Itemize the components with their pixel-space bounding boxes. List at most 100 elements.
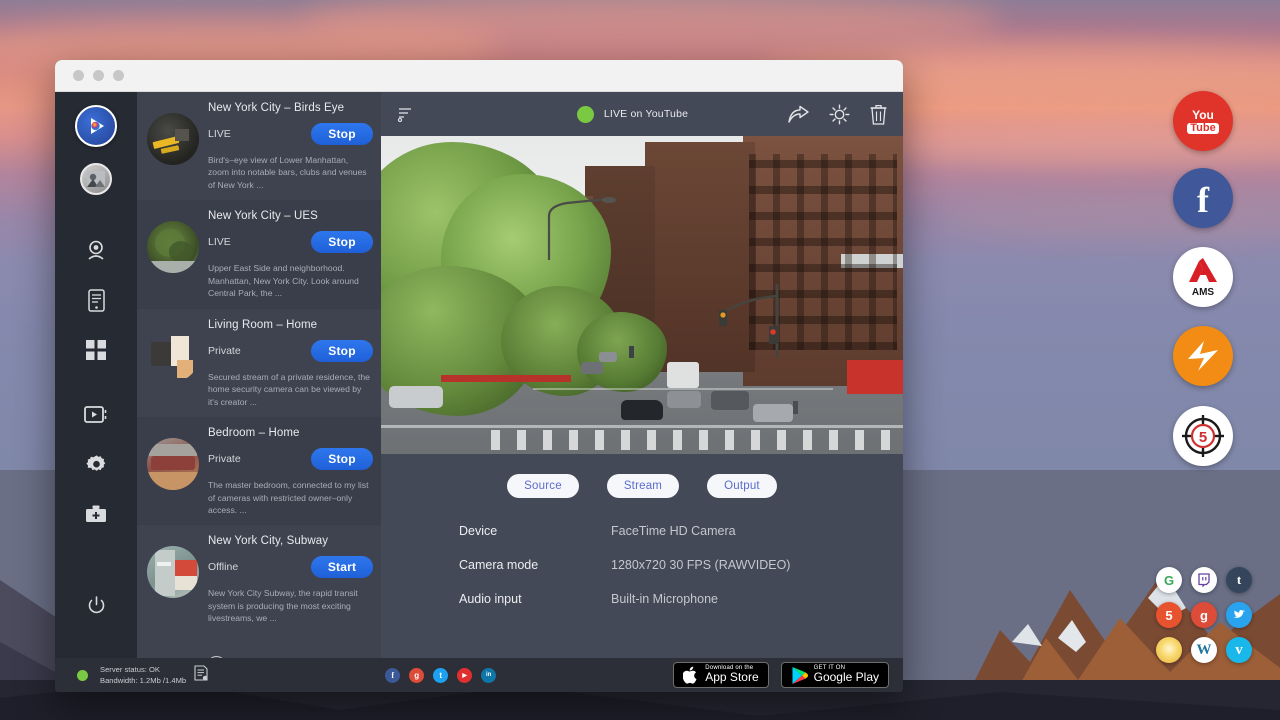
dock-icon-facebook[interactable]: f bbox=[1173, 168, 1233, 228]
google-plus-glyph: g bbox=[414, 671, 419, 680]
server-status-dot bbox=[77, 670, 88, 681]
power-icon bbox=[87, 596, 106, 615]
google-play-badge[interactable]: GET IT ON Google Play bbox=[781, 662, 889, 688]
tab-source[interactable]: Source bbox=[507, 474, 579, 498]
camera-list-item[interactable]: New York City – Birds Eye LIVE Stop Bird… bbox=[137, 92, 381, 200]
camera-list-item[interactable]: Living Room – Home Private Stop Secured … bbox=[137, 309, 381, 417]
camera-description: Secured stream of a private residence, t… bbox=[208, 371, 373, 408]
zoom-button[interactable] bbox=[113, 70, 124, 81]
footer-icon-youtube[interactable]: ▶ bbox=[457, 668, 472, 683]
toolbar-right bbox=[788, 104, 887, 125]
camera-action-button[interactable]: Stop bbox=[311, 448, 373, 470]
server-status-text: Server status: OK Bandwidth: 1.2Mb /1.4M… bbox=[100, 664, 186, 687]
dock-mini-twitch[interactable] bbox=[1191, 567, 1217, 593]
toolbar-left bbox=[397, 106, 477, 122]
footer-icon-linkedin[interactable]: in bbox=[481, 668, 496, 683]
camera-info: New York City, Subway Offline Start New … bbox=[208, 534, 373, 624]
close-button[interactable] bbox=[73, 70, 84, 81]
camera-action-button[interactable]: Stop bbox=[311, 340, 373, 362]
spec-row: Audio input Built-in Microphone bbox=[459, 592, 903, 606]
camera-list-item[interactable]: Bedroom – Home Private Stop The master b… bbox=[137, 417, 381, 525]
camera-status-row: Private Stop bbox=[208, 448, 373, 470]
svg-text:5: 5 bbox=[1199, 429, 1207, 446]
tab-output[interactable]: Output bbox=[707, 474, 777, 498]
camera-action-button[interactable]: Stop bbox=[311, 123, 373, 145]
footer-icon-google-plus[interactable]: g bbox=[409, 668, 424, 683]
dock-icon-ustream[interactable]: 5 bbox=[1173, 406, 1233, 466]
camera-status-row: Private Stop bbox=[208, 340, 373, 362]
dock-mini-wordpress[interactable]: W bbox=[1191, 637, 1217, 663]
log-icon bbox=[194, 665, 208, 681]
sidebar-item-toolkit[interactable] bbox=[79, 497, 113, 531]
dock-mini-vimeo[interactable]: v bbox=[1226, 637, 1252, 663]
add-camera-button[interactable]: + Add Camera bbox=[137, 634, 381, 658]
footer-icon-facebook[interactable]: f bbox=[385, 668, 400, 683]
avatar-photo-icon bbox=[86, 169, 106, 189]
spec-key: Audio input bbox=[459, 592, 611, 606]
video-preview[interactable] bbox=[381, 136, 903, 454]
sidebar-item-mobile[interactable] bbox=[79, 283, 113, 317]
sort-filter-icon[interactable] bbox=[397, 106, 413, 122]
minimize-button[interactable] bbox=[93, 70, 104, 81]
lane-divider bbox=[533, 388, 833, 390]
tab-stream[interactable]: Stream bbox=[607, 474, 679, 498]
dock-mini-sun-app[interactable] bbox=[1156, 637, 1182, 663]
camera-list-item[interactable]: New York City – UES LIVE Stop Upper East… bbox=[137, 200, 381, 308]
dock-mini-ustream[interactable]: 5 bbox=[1156, 602, 1182, 628]
sidebar-item-webcam[interactable] bbox=[79, 233, 113, 267]
detail-tabs: Source Stream Output bbox=[381, 454, 903, 498]
spec-key: Device bbox=[459, 524, 611, 538]
camera-action-button[interactable]: Start bbox=[311, 556, 373, 578]
twitter-glyph: t bbox=[439, 671, 442, 680]
share-arrow-icon[interactable] bbox=[788, 105, 809, 124]
crosswalk bbox=[491, 430, 901, 450]
delete-icon bbox=[870, 104, 887, 125]
vimeo-glyph: v bbox=[1235, 642, 1243, 659]
dock-icon-youtube[interactable]: You Tube bbox=[1173, 91, 1233, 151]
log-document-icon[interactable] bbox=[194, 665, 208, 686]
sidebar-item-settings[interactable] bbox=[79, 447, 113, 481]
wowza-bolt-icon bbox=[1182, 335, 1224, 377]
camera-state: LIVE bbox=[208, 128, 231, 140]
dock-icon-wowza[interactable] bbox=[1173, 326, 1233, 386]
tree bbox=[577, 312, 667, 392]
settings-gear-icon[interactable] bbox=[829, 104, 850, 125]
live-status-dot bbox=[577, 106, 594, 123]
youtube-label-top: You bbox=[1187, 109, 1218, 121]
dock-mini-gmail[interactable]: G bbox=[1156, 567, 1182, 593]
dock-icon-adobe-ams[interactable]: AMS bbox=[1173, 247, 1233, 307]
camera-action-button[interactable]: Stop bbox=[311, 231, 373, 253]
dock-mini-twitter[interactable] bbox=[1226, 602, 1252, 628]
app-store-badge[interactable]: Download on the App Store bbox=[673, 662, 768, 688]
spec-value: FaceTime HD Camera bbox=[611, 524, 736, 538]
grid-apps-icon bbox=[86, 340, 106, 360]
sidebar-item-apps[interactable] bbox=[79, 333, 113, 367]
camera-title: New York City – UES bbox=[208, 210, 373, 222]
main-pane: LIVE on YouTube bbox=[381, 92, 903, 658]
footer-icon-twitter[interactable]: t bbox=[433, 668, 448, 683]
truck bbox=[667, 362, 699, 388]
dock-mini-google-plus[interactable]: g bbox=[1191, 602, 1217, 628]
dock-mini-tumblr[interactable]: t bbox=[1226, 567, 1252, 593]
trash-icon[interactable] bbox=[870, 104, 887, 125]
camera-status-row: LIVE Stop bbox=[208, 123, 373, 145]
google-play-logo-icon bbox=[791, 666, 808, 685]
twitch-icon bbox=[1197, 573, 1211, 587]
toolbar: LIVE on YouTube bbox=[381, 92, 903, 136]
camera-status-row: LIVE Stop bbox=[208, 231, 373, 253]
sidebar-item-power[interactable] bbox=[79, 588, 113, 622]
car bbox=[753, 404, 793, 422]
camera-title: Living Room – Home bbox=[208, 319, 373, 331]
camera-description: New York City Subway, the rapid transit … bbox=[208, 587, 373, 624]
twitter-bird-icon bbox=[1232, 609, 1246, 621]
gmail-glyph: G bbox=[1164, 573, 1174, 588]
video-player-icon bbox=[84, 405, 108, 424]
camera-description: Bird's–eye view of Lower Manhattan, zoom… bbox=[208, 154, 373, 191]
sidebar-item-player[interactable] bbox=[79, 397, 113, 431]
app-body: New York City – Birds Eye LIVE Stop Bird… bbox=[55, 92, 903, 658]
status-bar: Server status: OK Bandwidth: 1.2Mb /1.4M… bbox=[55, 658, 903, 692]
camera-list-item[interactable]: New York City, Subway Offline Start New … bbox=[137, 525, 381, 633]
user-avatar[interactable] bbox=[80, 163, 112, 195]
gear-icon bbox=[829, 104, 850, 125]
app-logo-play[interactable] bbox=[75, 105, 117, 147]
